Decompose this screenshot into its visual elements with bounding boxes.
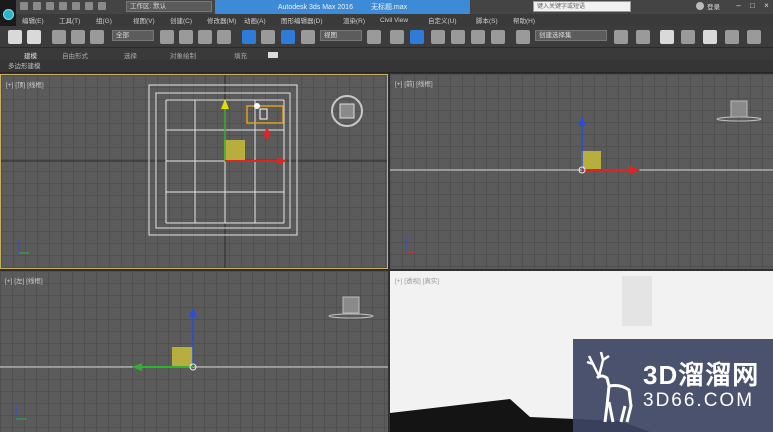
file-name: 无标题.max	[370, 4, 408, 11]
top-view-scene	[1, 75, 387, 268]
maximize-button[interactable]: □	[748, 1, 757, 10]
select-manipulate-icon[interactable]	[390, 30, 404, 44]
menu-scripting[interactable]: 脚本(S)	[470, 15, 507, 25]
menu-rendering[interactable]: 渲染(R)	[337, 15, 374, 25]
select-place-icon[interactable]	[301, 30, 315, 44]
watermark-url: 3D66.COM	[643, 389, 755, 411]
tab-freeform[interactable]: 自由形式	[62, 50, 88, 60]
max-logo-icon	[2, 8, 14, 20]
angle-snap-icon[interactable]	[451, 30, 465, 44]
menu-group[interactable]: 组(G)	[90, 15, 127, 25]
layer-manager-icon[interactable]	[660, 30, 674, 44]
graphite-toolset-icon[interactable]	[681, 30, 695, 44]
selection-filter-dropdown[interactable]: 全部	[112, 30, 154, 41]
redo-icon[interactable]	[72, 2, 80, 10]
pivot-center-icon[interactable]	[367, 30, 381, 44]
front-view-scene	[390, 100, 773, 253]
edit-named-selection-icon[interactable]	[516, 30, 530, 44]
viewport-label-left[interactable]: [+] [左] [线框]	[5, 275, 43, 285]
select-scale-icon[interactable]	[281, 30, 295, 44]
menu-animation[interactable]: 动画(A)	[238, 15, 275, 25]
app-logo[interactable]	[0, 0, 16, 28]
reference-coord-dropdown[interactable]: 视图	[320, 30, 362, 41]
snaps-toggle-icon[interactable]	[431, 30, 445, 44]
bind-space-warp-icon[interactable]	[90, 30, 104, 44]
unlink-icon[interactable]	[71, 30, 85, 44]
user-signin[interactable]: 登录	[696, 1, 720, 11]
select-move-icon[interactable]	[242, 30, 256, 44]
viewport-front[interactable]: [+] [前] [线框]	[390, 74, 773, 269]
viewcube-front	[730, 100, 748, 118]
minimize-button[interactable]: –	[734, 1, 743, 10]
viewport-top[interactable]: [+] [顶] [线框]	[0, 74, 388, 269]
viewport-label-front[interactable]: [+] [前] [线框]	[395, 78, 433, 88]
window-title: Autodesk 3ds Max 2016 无标题.max	[215, 0, 470, 14]
dropdown-arrow-icon[interactable]	[98, 2, 106, 10]
3ds-max-window: 工作区: 默认 Autodesk 3ds Max 2016 无标题.max 键入…	[0, 0, 773, 432]
viewport-left[interactable]: [+] [左] [线框]	[0, 271, 388, 432]
menu-civil-view[interactable]: Civil View	[374, 17, 422, 24]
mirror-icon[interactable]	[614, 30, 628, 44]
tab-selection[interactable]: 选择	[124, 50, 137, 60]
menu-edit[interactable]: 编辑(E)	[16, 15, 53, 25]
ribbon-tabs: 建模 自由形式 选择 对象绘制 填充	[0, 48, 773, 60]
ribbon-panel: 多边形建模	[0, 60, 773, 73]
window-crossing-icon[interactable]	[217, 30, 231, 44]
viewport-label-top[interactable]: [+] [顶] [线框]	[6, 79, 44, 89]
spinner-snap-icon[interactable]	[491, 30, 505, 44]
material-editor-icon[interactable]	[725, 30, 739, 44]
named-selection-dropdown[interactable]: 创建选择集	[535, 30, 607, 41]
menu-graph-editors[interactable]: 图形编辑器(D)	[275, 15, 337, 25]
select-by-name-icon[interactable]	[179, 30, 193, 44]
user-name: 登录	[707, 4, 720, 11]
menu-tools[interactable]: 工具(T)	[53, 15, 90, 25]
menu-help[interactable]: 帮助(H)	[507, 15, 544, 25]
search-input[interactable]: 键入关键字或短语	[533, 1, 631, 12]
close-button[interactable]: ×	[762, 1, 771, 10]
selected-box-object	[224, 140, 245, 161]
workspace-dropdown[interactable]: 工作区: 默认	[126, 1, 212, 12]
rect-selection-icon[interactable]	[198, 30, 212, 44]
main-toolbar: 全部 视图 创建选择集	[0, 26, 773, 48]
viewcube-left	[342, 296, 360, 314]
tab-populate[interactable]: 填充	[234, 50, 247, 60]
align-icon[interactable]	[636, 30, 650, 44]
select-rotate-icon[interactable]	[261, 30, 275, 44]
select-object-icon[interactable]	[160, 30, 174, 44]
deer-logo-icon	[586, 351, 633, 422]
undo-icon[interactable]	[59, 2, 67, 10]
project-folder-icon[interactable]	[85, 2, 93, 10]
menu-views[interactable]: 视图(V)	[127, 15, 164, 25]
link-icon[interactable]	[52, 30, 66, 44]
quick-access-toolbar	[20, 2, 106, 10]
window-controls: – □ ×	[734, 1, 771, 10]
tab-object-paint[interactable]: 对象绘制	[170, 50, 196, 60]
curve-editor-icon[interactable]	[703, 30, 717, 44]
menu-bar: 编辑(E) 工具(T) 组(G) 视图(V) 创建(C) 修改器(M) 动画(A…	[16, 14, 773, 26]
redo-icon[interactable]	[27, 30, 41, 44]
user-icon	[696, 2, 704, 10]
menu-modifiers[interactable]: 修改器(M)	[201, 15, 238, 25]
menu-customize[interactable]: 自定义(U)	[422, 15, 470, 25]
viewport-label-perspective[interactable]: [+] [透视] [真实]	[395, 275, 439, 285]
watermark-text: 3D溜溜网 3D66.COM	[643, 360, 759, 412]
save-file-icon[interactable]	[46, 2, 54, 10]
new-file-icon[interactable]	[20, 2, 28, 10]
left-view-scene	[0, 296, 388, 420]
undo-icon[interactable]	[8, 30, 22, 44]
app-title: Autodesk 3ds Max 2016	[277, 3, 353, 11]
watermark-banner: 3D溜溜网 3D66.COM	[573, 339, 773, 432]
watermark-title: 3D溜溜网	[643, 359, 760, 390]
open-file-icon[interactable]	[33, 2, 41, 10]
tab-modeling[interactable]: 建模	[24, 50, 37, 60]
percent-snap-icon[interactable]	[471, 30, 485, 44]
ribbon-toggle-icon[interactable]	[268, 52, 278, 58]
keyboard-shortcut-icon[interactable]	[410, 30, 424, 44]
render-setup-icon[interactable]	[747, 30, 761, 44]
title-bar: 工作区: 默认 Autodesk 3ds Max 2016 无标题.max 键入…	[0, 0, 773, 14]
menu-create[interactable]: 创建(C)	[164, 15, 201, 25]
box-object-left	[172, 347, 193, 367]
